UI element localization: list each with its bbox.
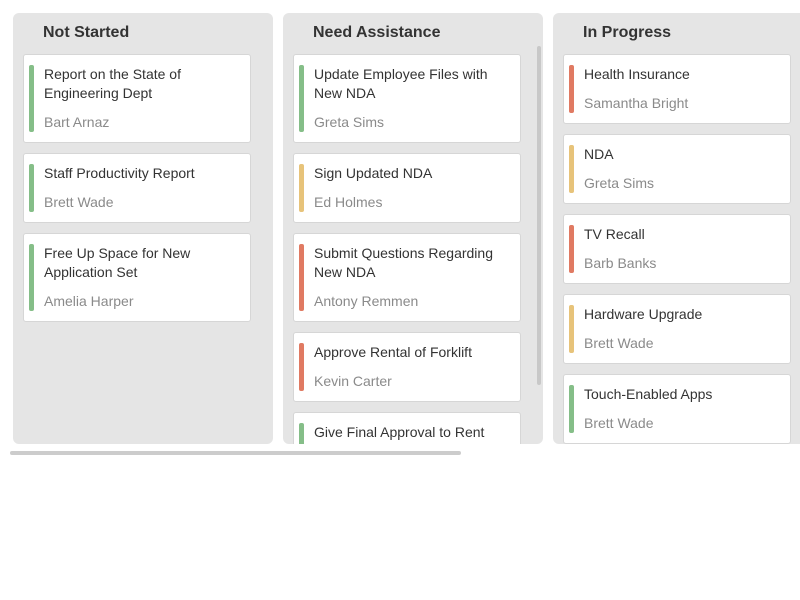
board-horizontal-scrollbar[interactable] [10,451,461,455]
column-need-assistance: Need Assistance Update Employee Files wi… [283,13,543,444]
status-bar [569,305,574,353]
task-title: Report on the State of Engineering Dept [44,66,181,101]
task-card[interactable]: Staff Productivity Report Brett Wade [23,153,251,223]
task-owner: Brett Wade [44,194,114,210]
status-bar [569,385,574,433]
task-title: Touch-Enabled Apps [584,386,713,402]
status-bar [29,164,34,212]
task-card[interactable]: Touch-Enabled Apps Brett Wade [563,374,791,444]
status-bar [299,244,304,311]
task-card[interactable]: Health Insurance Samantha Bright [563,54,791,124]
task-card[interactable]: Submit Questions Regarding New NDA Anton… [293,233,521,322]
task-title: Sign Updated NDA [314,165,433,181]
task-title: Submit Questions Regarding New NDA [314,245,493,280]
status-bar [29,65,34,132]
column-title: In Progress [583,24,672,41]
task-card[interactable]: TV Recall Barb Banks [563,214,791,284]
column-vertical-scrollbar[interactable] [537,46,541,385]
task-card[interactable]: Approve Rental of Forklift Kevin Carter [293,332,521,402]
task-card[interactable]: Hardware Upgrade Brett Wade [563,294,791,364]
column-in-progress: In Progress Health Insurance Samantha Br… [553,13,800,444]
status-bar [569,65,574,113]
task-card[interactable]: Give Final Approval to Rent [293,412,521,444]
task-owner: Amelia Harper [44,293,134,309]
task-title: Give Final Approval to Rent [314,424,485,440]
status-bar [569,145,574,193]
kanban-board: Not Started Report on the State of Engin… [0,0,800,600]
task-card[interactable]: Report on the State of Engineering Dept … [23,54,251,143]
status-bar [299,65,304,132]
task-owner: Antony Remmen [314,293,419,309]
task-title: Health Insurance [584,66,690,82]
task-owner: Greta Sims [314,114,385,130]
task-title: TV Recall [584,226,645,242]
column-title: Not Started [43,24,130,41]
task-card[interactable]: Update Employee Files with New NDA Greta… [293,54,521,143]
task-title: Update Employee Files with New NDA [314,66,488,101]
task-title: Free Up Space for New Application Set [44,245,191,280]
task-owner: Brett Wade [584,415,654,431]
status-bar [569,225,574,273]
task-title: Staff Productivity Report [44,165,195,181]
task-card[interactable]: Sign Updated NDA Ed Holmes [293,153,521,223]
task-owner: Ed Holmes [314,194,383,210]
status-bar [299,343,304,391]
status-bar [29,244,34,311]
task-owner: Kevin Carter [314,373,392,389]
task-owner: Greta Sims [584,175,655,191]
task-card[interactable]: NDA Greta Sims [563,134,791,204]
task-card[interactable]: Free Up Space for New Application Set Am… [23,233,251,322]
task-owner: Brett Wade [584,335,654,351]
column-title: Need Assistance [313,24,441,41]
task-owner: Samantha Bright [584,95,689,111]
task-title: Approve Rental of Forklift [314,344,472,360]
task-owner: Barb Banks [584,255,657,271]
task-owner: Bart Arnaz [44,114,110,130]
status-bar [299,164,304,212]
task-title: NDA [584,146,614,162]
task-title: Hardware Upgrade [584,306,703,322]
status-bar [299,423,304,444]
column-not-started: Not Started Report on the State of Engin… [13,13,273,444]
